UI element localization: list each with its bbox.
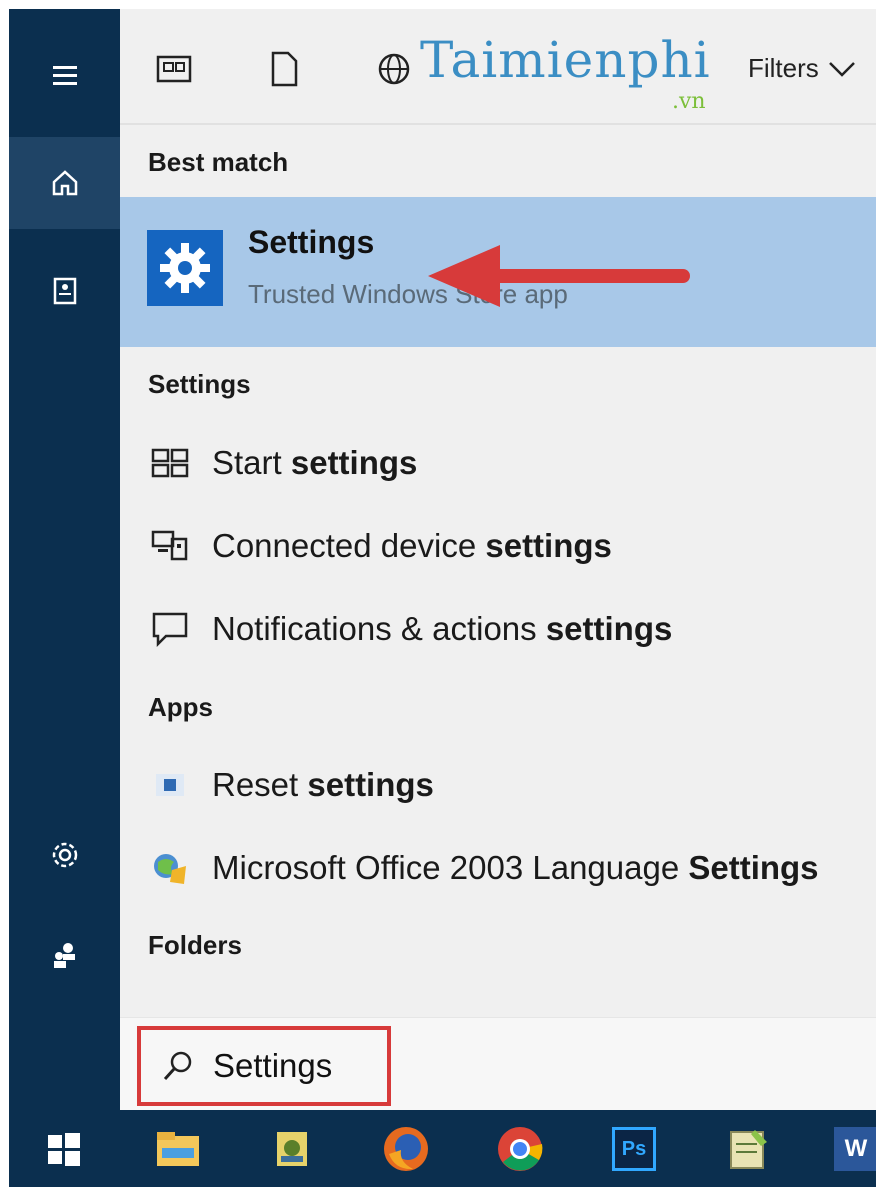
- result-connected-device-settings[interactable]: Connected device settings: [148, 521, 612, 571]
- hamburger-icon: [52, 66, 77, 85]
- result-label: Notifications & actions: [212, 610, 546, 647]
- watermark-logo: Taimienphi: [420, 31, 711, 89]
- result-notifications-settings[interactable]: Notifications & actions settings: [148, 604, 672, 654]
- start-layout-icon: [148, 443, 192, 483]
- result-start-settings[interactable]: Start settings: [148, 438, 417, 488]
- search-icon: [163, 1051, 192, 1081]
- word-label: W: [844, 1135, 868, 1162]
- result-label-bold: settings: [545, 610, 673, 647]
- start-button[interactable]: [37, 1122, 91, 1176]
- result-label-bold: Settings: [688, 849, 819, 886]
- chevron-down-icon: [828, 61, 855, 77]
- filter-bar: Taimienphi .vn Filters: [120, 9, 876, 125]
- folders-section-header: Folders: [148, 930, 242, 960]
- taskbar-app[interactable]: [265, 1122, 319, 1176]
- best-match-title: Settings: [248, 224, 375, 260]
- apps-filter-icon: [156, 55, 192, 83]
- settings-section-header: Settings: [148, 369, 251, 399]
- result-label: Microsoft Office 2003 Language: [212, 849, 689, 886]
- office-language-icon: [148, 848, 192, 888]
- left-rail: [9, 9, 120, 1110]
- photoshop-label: Ps: [621, 1137, 647, 1160]
- search-results-panel: Taimienphi .vn Filters Best match Settin…: [120, 9, 876, 1111]
- home-icon: [52, 170, 77, 196]
- settings-app-tile: [147, 230, 223, 306]
- result-label-bold: settings: [485, 527, 612, 564]
- home-button[interactable]: [9, 137, 120, 229]
- taskbar-chrome[interactable]: [493, 1122, 547, 1176]
- taskbar-word[interactable]: W: [829, 1122, 876, 1176]
- filters-dropdown[interactable]: Filters: [748, 53, 857, 84]
- result-reset-settings[interactable]: Reset settings: [148, 760, 434, 810]
- feedback-button[interactable]: [9, 909, 120, 1001]
- apps-filter-button[interactable]: [154, 49, 194, 89]
- web-filter-button[interactable]: [374, 49, 414, 89]
- taskbar-photoshop[interactable]: Ps: [607, 1122, 661, 1176]
- result-label: Connected device: [212, 527, 486, 564]
- taskbar-notepad[interactable]: [721, 1122, 775, 1176]
- feedback-icon: [53, 943, 75, 968]
- app-icon: [277, 1132, 307, 1166]
- web-filter-icon: [378, 53, 410, 85]
- apps-section-header: Apps: [148, 692, 213, 722]
- hamburger-menu-button[interactable]: [9, 29, 120, 121]
- notepad-icon: [730, 1130, 767, 1169]
- gear-icon: [160, 243, 210, 293]
- documents-filter-button[interactable]: [264, 49, 304, 89]
- red-arrow-annotation: [428, 245, 690, 307]
- watermark-domain: .vn: [672, 89, 706, 114]
- search-box-highlight[interactable]: [137, 1026, 391, 1106]
- firefox-icon: [384, 1127, 428, 1171]
- taskbar-file-explorer[interactable]: [151, 1122, 205, 1176]
- photoshop-icon: Ps: [612, 1127, 656, 1171]
- word-icon: W: [834, 1127, 876, 1171]
- notification-icon: [148, 609, 192, 649]
- notebook-button[interactable]: [9, 245, 120, 337]
- taskbar: Ps W: [9, 1110, 876, 1187]
- file-explorer-icon: [157, 1132, 199, 1166]
- reset-app-icon: [148, 765, 192, 805]
- devices-icon: [148, 526, 192, 566]
- taskbar-firefox[interactable]: [379, 1122, 433, 1176]
- result-office-language-settings[interactable]: Microsoft Office 2003 Language Settings: [148, 843, 819, 893]
- settings-rail-button[interactable]: [9, 809, 120, 901]
- result-label-bold: settings: [307, 766, 434, 803]
- best-match-header: Best match: [148, 147, 289, 177]
- result-label: Reset: [212, 766, 308, 803]
- search-bar: [120, 1017, 876, 1111]
- chrome-icon: [498, 1127, 543, 1171]
- windows-start-icon: [48, 1133, 80, 1166]
- search-input[interactable]: [213, 1047, 363, 1085]
- filters-label: Filters: [748, 53, 819, 83]
- notebook-icon: [53, 277, 76, 305]
- gear-icon: [52, 842, 77, 868]
- result-label: Start: [212, 444, 291, 481]
- documents-filter-icon: [271, 51, 298, 87]
- result-label-bold: settings: [290, 444, 418, 481]
